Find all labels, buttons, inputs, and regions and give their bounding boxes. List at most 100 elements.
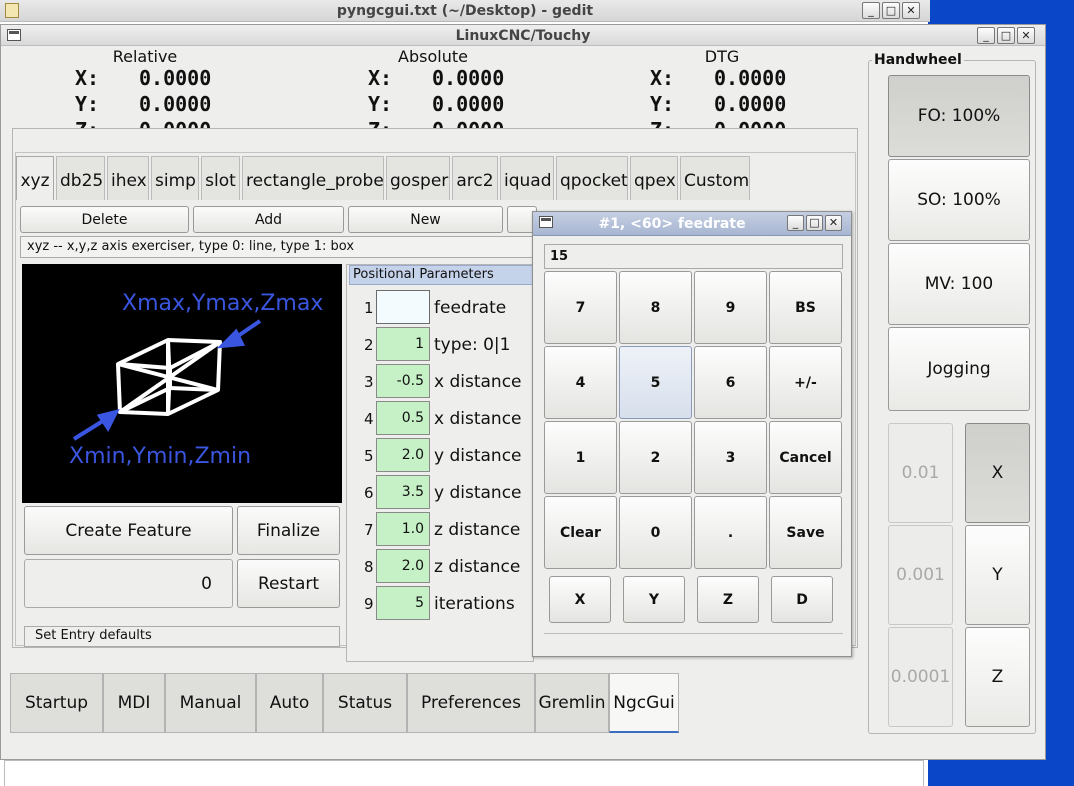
key-6[interactable]: 6: [694, 346, 767, 419]
tab-auto[interactable]: Auto: [256, 673, 323, 733]
key-cancel[interactable]: Cancel: [769, 421, 842, 494]
tab-arc2[interactable]: arc2: [452, 156, 498, 200]
preview-drawing: Xmax,Ymax,Zmax Xmin,Ymin,Zmin: [69, 291, 323, 469]
dro-axis-label: Y:: [75, 92, 100, 116]
tab-db25[interactable]: db25: [56, 156, 105, 200]
keypad-maximize-button[interactable]: □: [806, 215, 823, 231]
tab-slot[interactable]: slot: [201, 156, 240, 200]
tab-qpocket[interactable]: qpocket: [556, 156, 628, 200]
param-number: 8: [364, 558, 374, 576]
maximize-button[interactable]: □: [997, 27, 1015, 44]
gedit-minimize-button[interactable]: _: [862, 2, 880, 19]
key-2[interactable]: 2: [619, 421, 692, 494]
key-axis-x[interactable]: X: [549, 576, 611, 623]
key-save[interactable]: Save: [769, 496, 842, 569]
axis-y-button[interactable]: Y: [965, 525, 1030, 625]
gedit-maximize-button[interactable]: □: [882, 2, 900, 19]
dro-relative-x: X: 0.0000: [75, 66, 211, 90]
tab-qpex[interactable]: qpex: [630, 156, 678, 200]
param-input-ymax[interactable]: 3.5: [376, 475, 430, 509]
max-velocity-button[interactable]: MV: 100: [888, 243, 1030, 325]
spindle-override-button[interactable]: SO: 100%: [888, 159, 1030, 241]
tab-status[interactable]: Status: [323, 673, 407, 733]
param-input-feedrate[interactable]: [376, 290, 430, 324]
param-number: 1: [364, 299, 374, 317]
finalize-button[interactable]: Finalize: [237, 506, 340, 555]
keypad-titlebar[interactable]: #1, <60> feedrate _ □ ✕: [533, 212, 851, 236]
tab-custom[interactable]: Custom: [680, 156, 750, 200]
delete-button[interactable]: Delete: [20, 206, 189, 233]
dro-value: 0.0000: [432, 66, 505, 90]
axis-x-button[interactable]: X: [965, 423, 1030, 523]
tab-ihex[interactable]: ihex: [107, 156, 149, 200]
param-input-zmin[interactable]: 1.0: [376, 512, 430, 546]
tab-rectangle-probe[interactable]: rectangle_probe: [242, 156, 384, 200]
feature-count: 0: [24, 559, 233, 608]
param-label: y distance: [434, 446, 522, 466]
tab-mdi[interactable]: MDI: [103, 673, 165, 733]
key-clear[interactable]: Clear: [544, 496, 617, 569]
gedit-close-button[interactable]: ✕: [902, 2, 920, 19]
dro-dtg-x: X: 0.0000: [650, 66, 786, 90]
tab-startup[interactable]: Startup: [10, 673, 103, 733]
key-3[interactable]: 3: [694, 421, 767, 494]
gedit-window-title: pyngcgui.txt (~/Desktop) - gedit: [336, 3, 594, 19]
tab-preferences[interactable]: Preferences: [407, 673, 535, 733]
tab-manual[interactable]: Manual: [165, 673, 256, 733]
jogging-button[interactable]: Jogging: [888, 327, 1030, 411]
dro-value: 0.0000: [139, 92, 212, 116]
key-axis-d[interactable]: D: [771, 576, 833, 623]
param-input-xmax[interactable]: 0.5: [376, 401, 430, 435]
create-feature-button[interactable]: Create Feature: [24, 506, 233, 555]
param-input-xmin[interactable]: -0.5: [376, 364, 430, 398]
key-9[interactable]: 9: [694, 271, 767, 344]
dro-relative-label: Relative: [112, 47, 178, 66]
feed-override-button[interactable]: FO: 100%: [888, 75, 1030, 157]
tab-gosper[interactable]: gosper: [386, 156, 450, 200]
keypad-close-button[interactable]: ✕: [825, 215, 842, 231]
tab-simp[interactable]: simp: [151, 156, 199, 200]
dro-absolute-y: Y: 0.0000: [368, 92, 504, 116]
gedit-titlebar[interactable]: pyngcgui.txt (~/Desktop) - gedit _ □ ✕: [0, 0, 930, 22]
key-5[interactable]: 5: [619, 346, 692, 419]
key-1[interactable]: 1: [544, 421, 617, 494]
tab-xyz[interactable]: xyz: [16, 156, 54, 200]
axis-z-button[interactable]: Z: [965, 627, 1030, 727]
linuxcnc-window-title: LinuxCNC/Touchy: [455, 28, 591, 44]
key-backspace[interactable]: BS: [769, 271, 842, 344]
keypad-value-field: 15: [544, 244, 843, 269]
param-label: z distance: [434, 520, 521, 540]
increment-0-0001-button[interactable]: 0.0001: [888, 627, 953, 727]
tab-ngcgui[interactable]: NgcGui: [609, 673, 679, 733]
gedit-document-area[interactable]: [4, 760, 924, 786]
dro-axis-label: Y:: [368, 92, 393, 116]
new-button[interactable]: New: [348, 206, 503, 233]
dro-axis-label: X:: [75, 66, 100, 90]
param-input-ymin[interactable]: 2.0: [376, 438, 430, 472]
key-4[interactable]: 4: [544, 346, 617, 419]
key-8[interactable]: 8: [619, 271, 692, 344]
param-number: 9: [364, 595, 374, 613]
increment-0-001-button[interactable]: 0.001: [888, 525, 953, 625]
minimize-button[interactable]: _: [977, 27, 995, 44]
dro-dtg-y: Y: 0.0000: [650, 92, 786, 116]
add-button[interactable]: Add: [193, 206, 344, 233]
param-input-iterations[interactable]: 5: [376, 586, 430, 620]
param-input-type[interactable]: 1: [376, 327, 430, 361]
close-button[interactable]: ✕: [1017, 27, 1035, 44]
key-axis-y[interactable]: Y: [623, 576, 685, 623]
param-input-zmax[interactable]: 2.0: [376, 549, 430, 583]
restart-button[interactable]: Restart: [237, 559, 340, 608]
tab-iquad[interactable]: iquad: [500, 156, 554, 200]
param-number: 6: [364, 484, 374, 502]
key-0[interactable]: 0: [619, 496, 692, 569]
key-plus-minus[interactable]: +/-: [769, 346, 842, 419]
keypad-minimize-button[interactable]: _: [787, 215, 804, 231]
key-7[interactable]: 7: [544, 271, 617, 344]
linuxcnc-titlebar[interactable]: LinuxCNC/Touchy _ □ ✕: [1, 25, 1045, 46]
dro-axis-label: X:: [650, 66, 675, 90]
key-decimal[interactable]: .: [694, 496, 767, 569]
tab-gremlin[interactable]: Gremlin: [535, 673, 609, 733]
increment-0-01-button[interactable]: 0.01: [888, 423, 953, 523]
key-axis-z[interactable]: Z: [697, 576, 759, 623]
